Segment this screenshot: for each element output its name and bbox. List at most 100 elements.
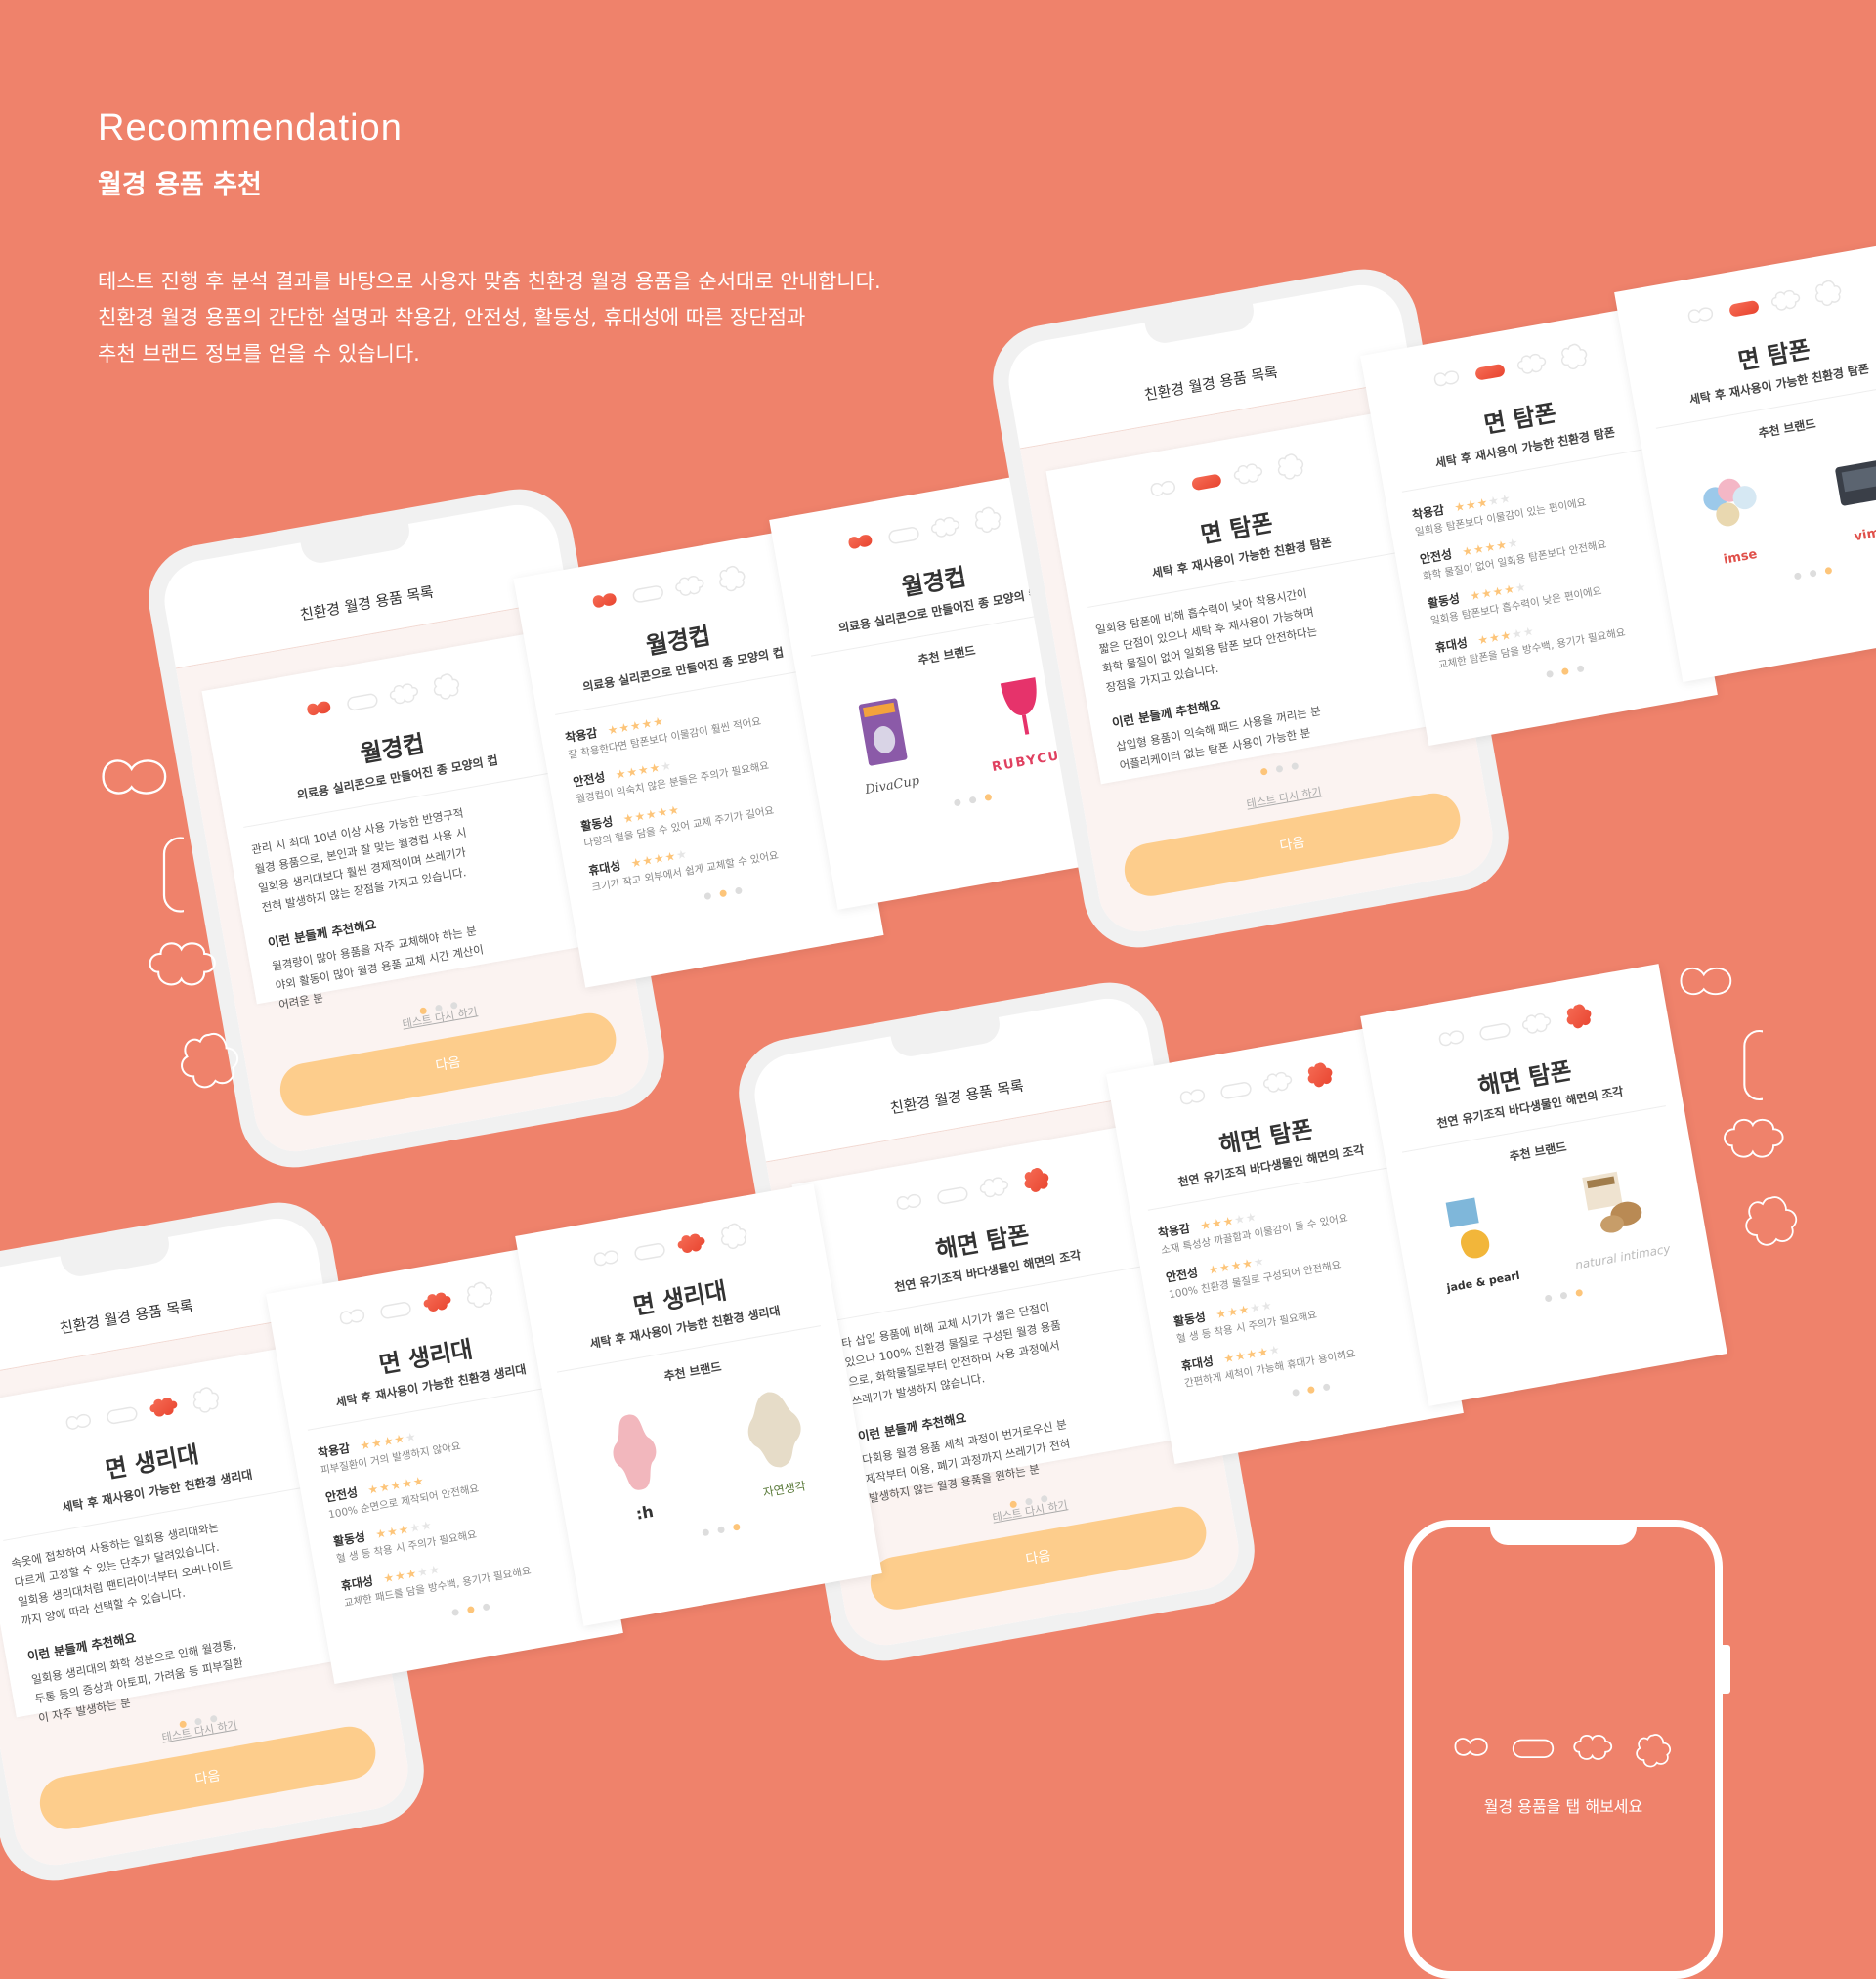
brand-name: 자연생각 [761, 1479, 807, 1500]
sponge-icon[interactable] [1632, 1733, 1677, 1772]
page-dot[interactable] [1274, 764, 1284, 774]
tampon-icon[interactable] [674, 1230, 711, 1260]
page-dot[interactable] [1290, 762, 1299, 771]
pad-icon[interactable] [1476, 1018, 1514, 1048]
page-dot-active[interactable] [1574, 1288, 1583, 1298]
sponge-icon[interactable] [1272, 451, 1310, 485]
sponge-icon[interactable] [461, 1278, 499, 1312]
brand-name: DivaCup [864, 773, 921, 798]
pad-icon[interactable] [1217, 1077, 1255, 1106]
pad-icon[interactable] [344, 688, 381, 717]
pad-icon[interactable] [104, 1401, 141, 1431]
jayeonsaenggak-product-image [747, 1392, 801, 1468]
page-dot-active[interactable] [1306, 1386, 1315, 1395]
brand-item[interactable]: :h [598, 1406, 675, 1527]
cup-icon[interactable] [335, 1304, 372, 1333]
brand-item[interactable]: vimse [1825, 438, 1876, 547]
page-dot[interactable] [703, 892, 711, 901]
brand-item[interactable]: natural intimacy [1559, 1159, 1672, 1272]
page-dot[interactable] [1544, 1294, 1553, 1303]
page-dot-active[interactable] [1259, 767, 1268, 776]
sponge-icon[interactable] [714, 562, 752, 596]
sponge-icon[interactable] [1301, 1058, 1340, 1093]
tampon-icon[interactable] [1769, 287, 1806, 317]
cup-icon[interactable] [589, 1245, 626, 1274]
tampon-icon[interactable] [976, 1174, 1013, 1203]
section-description: 테스트 진행 후 분석 결과를 바탕으로 사용자 맞춤 친환경 월경 용품을 순… [98, 264, 881, 372]
cup-icon[interactable] [1146, 476, 1183, 505]
sponge-icon[interactable] [188, 1384, 226, 1418]
pad-icon[interactable] [630, 581, 667, 610]
pad-icon[interactable] [631, 1238, 668, 1268]
decor-sponge-icon [1745, 1196, 1798, 1246]
tampon-icon[interactable] [1514, 351, 1552, 380]
h-pad-product-image [613, 1414, 656, 1490]
page-dot[interactable] [1545, 669, 1554, 679]
page-dot[interactable] [1576, 665, 1585, 673]
tampon-icon[interactable] [1230, 460, 1267, 490]
page-dot[interactable] [734, 886, 743, 895]
jade-pearl-product-image [1445, 1197, 1489, 1259]
phone-side-button [1723, 1645, 1730, 1694]
page-dot-active[interactable] [1560, 667, 1569, 676]
sponge-icon[interactable] [428, 670, 466, 705]
tampon-icon[interactable] [146, 1394, 183, 1423]
sponge-icon[interactable] [715, 1220, 753, 1254]
description-line: 추천 브랜드 정보를 얻을 수 있습니다. [98, 342, 420, 366]
page-dot[interactable] [1558, 1291, 1568, 1300]
cup-icon[interactable] [1429, 366, 1467, 395]
page-dot[interactable] [701, 1528, 709, 1537]
phone-notch [1490, 1520, 1637, 1545]
page-dot[interactable] [968, 796, 977, 804]
page-dot[interactable] [953, 798, 961, 807]
tampon-icon[interactable] [420, 1289, 457, 1318]
page-dot[interactable] [1793, 572, 1802, 581]
cup-icon[interactable] [843, 529, 880, 558]
page-dot-active[interactable] [732, 1523, 741, 1531]
cup-icon[interactable] [1684, 302, 1721, 331]
brand-item[interactable]: jade & pearl [1431, 1186, 1521, 1295]
pad-icon[interactable] [1511, 1733, 1556, 1766]
tampon-icon[interactable] [928, 514, 965, 543]
cup-icon[interactable] [1434, 1025, 1471, 1054]
brand-item[interactable]: DivaCup [847, 690, 922, 797]
sponge-icon[interactable] [1560, 1000, 1599, 1034]
tampon-icon[interactable] [1260, 1069, 1298, 1098]
page-dot-active[interactable] [466, 1606, 475, 1614]
pad-icon[interactable] [1188, 468, 1225, 497]
decor-sponge-icon [180, 1032, 239, 1089]
pad-icon[interactable] [1471, 359, 1509, 388]
page-dot[interactable] [482, 1603, 490, 1612]
page-dot[interactable] [1322, 1383, 1331, 1392]
page-dot-active[interactable] [1823, 566, 1832, 576]
tampon-icon[interactable] [1571, 1733, 1616, 1766]
pad-icon[interactable] [1726, 295, 1763, 324]
page-dot[interactable] [450, 1608, 459, 1617]
pad-icon[interactable] [377, 1297, 414, 1326]
cup-icon[interactable] [587, 587, 624, 617]
page-dot[interactable] [1809, 569, 1817, 578]
page-dot-active[interactable] [718, 889, 727, 898]
sponge-icon[interactable] [969, 503, 1007, 538]
page-dot[interactable] [1291, 1388, 1300, 1398]
cup-icon[interactable] [62, 1409, 99, 1439]
tap-hint: 월경 용품을 탭 해보세요 [1483, 1797, 1643, 1816]
tampon-icon[interactable] [1519, 1011, 1556, 1040]
cup-icon[interactable] [302, 696, 339, 725]
pad-icon[interactable] [885, 522, 922, 551]
cup-icon[interactable] [1450, 1733, 1495, 1766]
brand-item[interactable]: imse [1690, 461, 1774, 571]
tampon-icon[interactable] [386, 680, 423, 710]
sponge-icon[interactable] [1556, 340, 1594, 374]
decor-tampon-icon [149, 942, 216, 986]
brand-name: imse [1722, 546, 1759, 568]
brand-item[interactable]: 자연생각 [736, 1383, 817, 1502]
page-dot[interactable] [716, 1526, 725, 1534]
cup-icon[interactable] [1175, 1084, 1213, 1113]
sponge-icon[interactable] [1810, 277, 1848, 311]
page-dot-active[interactable] [983, 793, 992, 802]
pad-icon[interactable] [934, 1182, 971, 1211]
cup-icon[interactable] [892, 1189, 929, 1219]
sponge-icon[interactable] [1018, 1164, 1056, 1198]
tampon-icon[interactable] [672, 573, 709, 602]
